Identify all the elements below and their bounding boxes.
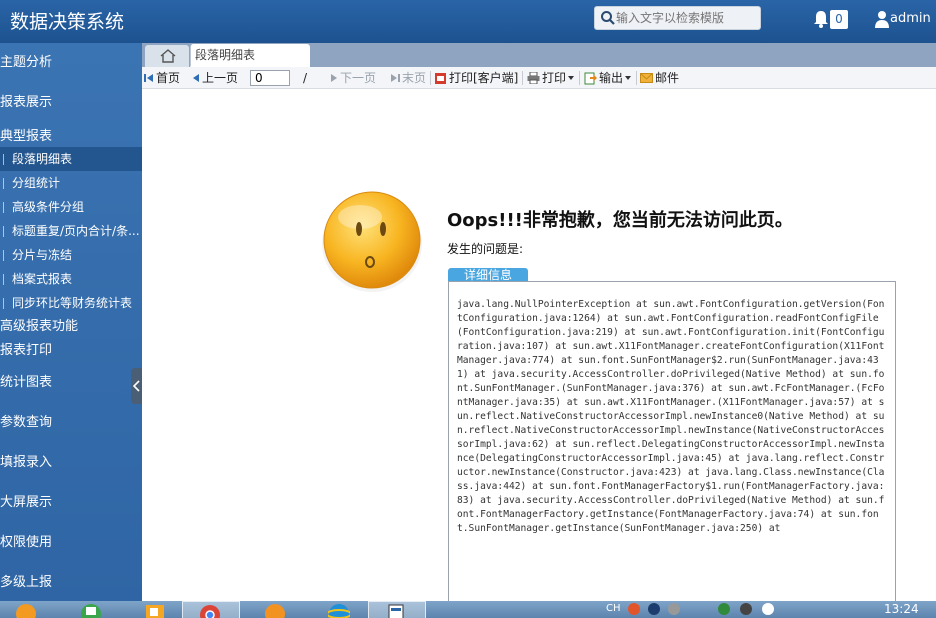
error-title: Oops!!!非常抱歉，您当前无法访问此页。: [447, 210, 793, 231]
sidebar-item-charts[interactable]: 统计图表: [0, 363, 52, 403]
sidebar-item-finance-stats[interactable]: 同步环比等财务统计表: [0, 291, 142, 315]
user-name[interactable]: admin: [890, 11, 931, 26]
sidebar-item-multi-level[interactable]: 多级上报: [0, 563, 52, 601]
print-client-label: 打印[客户端]: [449, 71, 519, 85]
toolbar-divider: [636, 71, 637, 85]
sidebar-item-archive-report[interactable]: 档案式报表: [0, 267, 142, 291]
taskbar-app-orange[interactable]: [0, 601, 58, 618]
search-icon: [601, 11, 615, 25]
sidebar-item-param-query[interactable]: 参数查询: [0, 403, 52, 443]
os-taskbar: CH 13:24: [0, 601, 936, 618]
first-page-button[interactable]: 首页: [144, 70, 180, 86]
taskbar-app-document[interactable]: [368, 601, 426, 618]
sidebar-item-split-freeze[interactable]: 分片与冻结: [0, 243, 142, 267]
bell-icon[interactable]: [812, 9, 830, 29]
tab-paragraph-detail[interactable]: 段落明细表: [190, 44, 310, 67]
export-label: 输出: [599, 71, 624, 85]
app-title: 数据决策系统: [10, 11, 125, 33]
last-page-label: 末页: [402, 71, 427, 85]
tray-misc-icon[interactable]: [762, 603, 774, 615]
prev-page-label: 上一页: [202, 71, 239, 85]
print-label: 打印: [542, 71, 567, 85]
sidebar-item-data-entry[interactable]: 填报录入: [0, 443, 52, 483]
tab-home[interactable]: [145, 45, 189, 67]
taskbar-app-folder[interactable]: [128, 601, 186, 618]
taskbar-app-orange-2[interactable]: [248, 601, 306, 618]
tray-help-icon[interactable]: [648, 603, 660, 615]
taskbar-clock[interactable]: 13:24: [884, 602, 919, 616]
orange-app-icon: [265, 604, 285, 618]
next-page-icon: [331, 74, 337, 82]
report-content: Oops!!!非常抱歉，您当前无法访问此页。 发生的问题是: 详细信息 java…: [142, 90, 936, 601]
green-app-icon: [81, 604, 101, 618]
problem-label: 发生的问题是:: [447, 242, 524, 256]
mail-icon: [640, 73, 653, 83]
print-button[interactable]: 打印: [527, 70, 575, 86]
sidebar-item-report-display[interactable]: 报表展示: [0, 83, 52, 123]
last-page-button[interactable]: 末页: [390, 70, 426, 86]
prev-page-button[interactable]: 上一页: [192, 70, 238, 86]
prev-page-icon: [193, 74, 199, 82]
search-input[interactable]: [616, 9, 756, 27]
chrome-icon: [200, 605, 220, 618]
stack-trace-box[interactable]: java.lang.NullPointerException at sun.aw…: [448, 281, 896, 601]
next-page-button[interactable]: 下一页: [330, 70, 376, 86]
tray-network-icon[interactable]: [718, 603, 730, 615]
sidebar-item-report-print[interactable]: 报表打印: [0, 341, 52, 361]
toolbar-divider: [579, 71, 580, 85]
sidebar-item-paragraph-detail[interactable]: 段落明细表: [0, 147, 142, 171]
sidebar: 主题分析 报表展示 典型报表 段落明细表 分组统计 高级条件分组 标题重复/页内…: [0, 43, 142, 601]
next-page-label: 下一页: [340, 71, 377, 85]
sidebar-item-title-repeat[interactable]: 标题重复/页内合计/条...: [0, 219, 142, 243]
user-icon[interactable]: [874, 10, 890, 28]
sidebar-collapse-handle[interactable]: [131, 368, 142, 404]
toolbar-divider: [430, 71, 431, 85]
printer-icon: [527, 72, 540, 84]
sidebar-item-theme-analysis[interactable]: 主题分析: [0, 43, 52, 83]
sidebar-item-advanced-features[interactable]: 高级报表功能: [0, 317, 78, 337]
report-toolbar: 首页 上一页 / 下一页 末页 打印[客户端] 打印 输出 邮件: [142, 67, 936, 89]
tray-volume-icon[interactable]: [740, 603, 752, 615]
sidebar-item-advanced-grouping[interactable]: 高级条件分组: [0, 195, 142, 219]
first-page-label: 首页: [156, 71, 181, 85]
tray-language[interactable]: CH: [606, 603, 621, 614]
sidebar-item-permissions[interactable]: 权限使用: [0, 523, 52, 563]
taskbar-app-chrome[interactable]: [182, 601, 240, 618]
top-header: 数据决策系统 0 admin: [0, 0, 936, 43]
tray-app-icon[interactable]: [628, 603, 640, 615]
template-search[interactable]: [594, 6, 761, 30]
toolbar-divider: [522, 71, 523, 85]
sidebar-item-group-stats[interactable]: 分组统计: [0, 171, 142, 195]
tray-settings-icon[interactable]: [668, 603, 680, 615]
notification-badge[interactable]: 0: [830, 10, 848, 29]
last-page-icon: [391, 74, 400, 82]
taskbar-app-ie[interactable]: [312, 601, 370, 618]
pdf-print-icon: [435, 72, 446, 84]
mail-button[interactable]: 邮件: [640, 70, 679, 86]
orange-ball-icon: [16, 604, 36, 618]
first-page-icon: [144, 74, 153, 82]
stack-trace-text: java.lang.NullPointerException at sun.aw…: [457, 299, 885, 534]
sad-face-icon: [322, 191, 422, 292]
document-icon: [388, 604, 404, 618]
export-button[interactable]: 输出: [584, 70, 632, 86]
sidebar-item-typical-reports[interactable]: 典型报表: [0, 127, 52, 147]
export-icon: [584, 72, 597, 84]
chevron-left-icon: [133, 380, 140, 392]
home-icon: [160, 49, 176, 63]
taskbar-app-green[interactable]: [64, 601, 122, 618]
page-number-input[interactable]: [250, 70, 290, 86]
ie-icon: [328, 604, 350, 618]
folder-icon: [146, 605, 164, 618]
page-separator: /: [303, 71, 308, 85]
sidebar-item-big-screen[interactable]: 大屏展示: [0, 483, 52, 523]
dropdown-arrow-icon: [625, 76, 632, 80]
tab-bar: 段落明细表: [142, 43, 936, 67]
dropdown-arrow-icon: [568, 76, 575, 80]
mail-label: 邮件: [655, 71, 680, 85]
detail-info-button[interactable]: 详细信息: [448, 268, 528, 282]
print-client-button[interactable]: 打印[客户端]: [434, 70, 518, 86]
